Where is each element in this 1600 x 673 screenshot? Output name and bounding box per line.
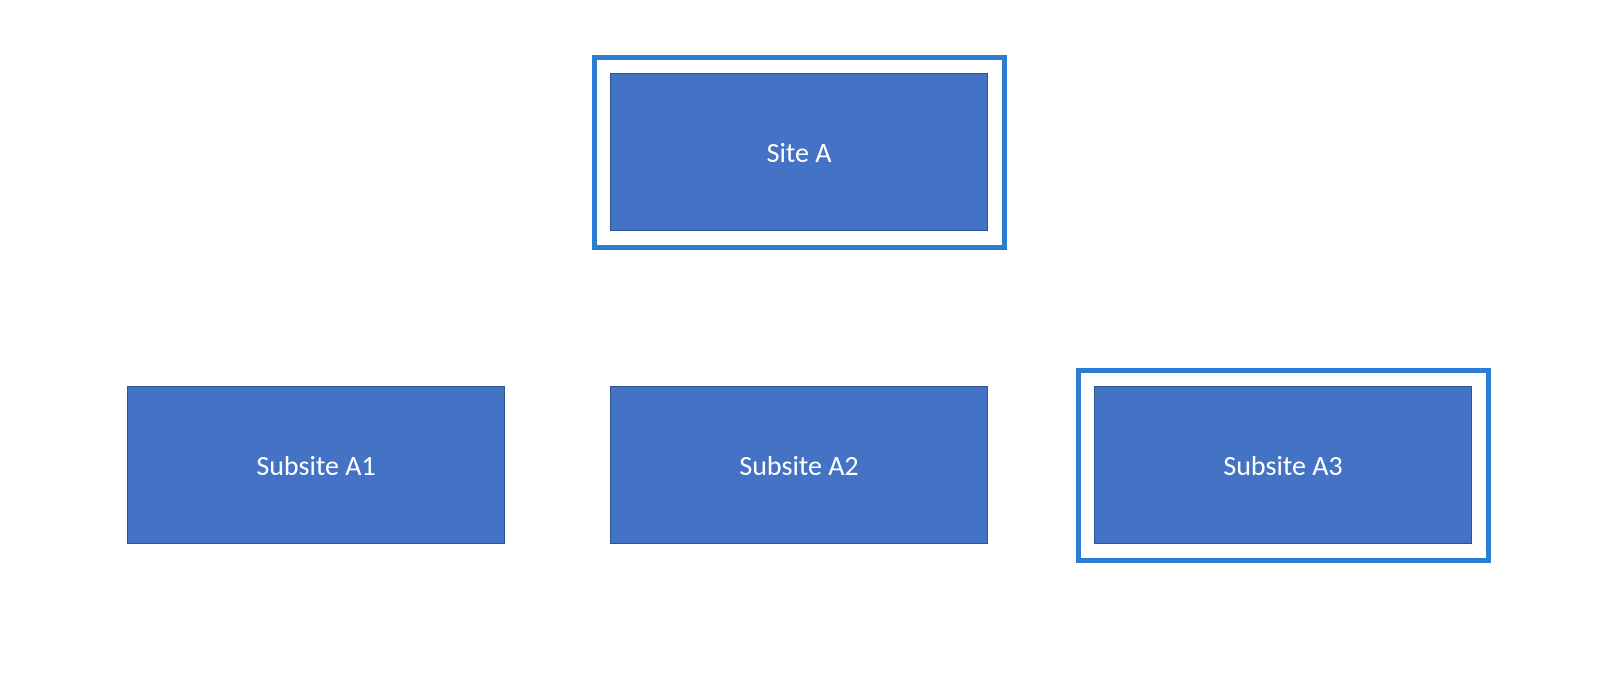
site-a-box: Site A — [610, 73, 988, 231]
subsite-a3-box: Subsite A3 — [1094, 386, 1472, 544]
subsite-a1-box: Subsite A1 — [127, 386, 505, 544]
subsite-a3-label: Subsite A3 — [1223, 448, 1342, 483]
site-a-label: Site A — [767, 135, 832, 170]
subsite-a2-box: Subsite A2 — [610, 386, 988, 544]
subsite-a2-label: Subsite A2 — [739, 448, 858, 483]
subsite-a1-label: Subsite A1 — [256, 448, 375, 483]
